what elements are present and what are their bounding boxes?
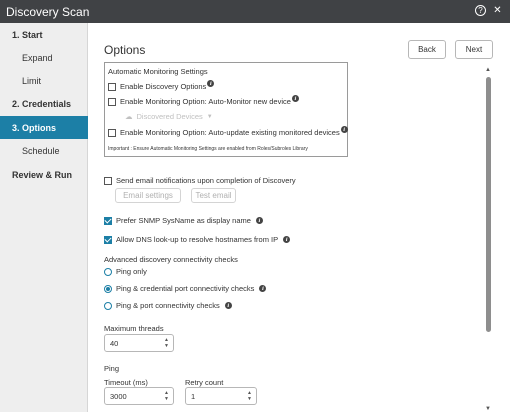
options-page: Options Back Next ▲ ▼ Automatic Monitori… [89, 23, 510, 412]
auto-monitoring-heading: Automatic Monitoring Settings [108, 67, 208, 76]
ping-credential-port-option[interactable]: Ping & credential port connectivity chec… [104, 284, 267, 293]
email-notifications-checkbox[interactable] [104, 176, 112, 185]
auto-monitor-new-label: Enable Monitoring Option: Auto-Monitor n… [120, 97, 291, 106]
auto-monitoring-panel: Automatic Monitoring Settings Enable Dis… [104, 62, 348, 157]
page-title: Options [104, 43, 146, 57]
info-icon[interactable]: i [340, 126, 348, 133]
info-icon[interactable]: i [255, 217, 263, 224]
prefer-snmp-checkbox[interactable] [104, 216, 112, 225]
decrement-icon[interactable]: ▼ [164, 396, 169, 402]
auto-monitoring-note: Important : Ensure Automatic Monitoring … [108, 146, 308, 152]
auto-update-existing-label: Enable Monitoring Option: Auto-update ex… [120, 128, 340, 137]
allow-dns-label: Allow DNS look-up to resolve hostnames f… [116, 235, 279, 244]
email-notifications-label: Send email notifications upon completion… [116, 176, 296, 185]
max-threads-stepper[interactable]: 40 ▲ ▼ [104, 334, 174, 352]
decrement-icon[interactable]: ▼ [247, 396, 252, 402]
email-settings-button[interactable]: Email settings [115, 188, 181, 203]
discovered-devices-dropdown[interactable]: ☁ Discovered Devices ▼ [125, 112, 213, 121]
discovered-devices-label: Discovered Devices [136, 112, 203, 121]
scroll-down-icon[interactable]: ▼ [485, 406, 491, 412]
next-button[interactable]: Next [455, 40, 493, 59]
scrollbar-thumb[interactable] [486, 77, 491, 332]
timeout-stepper[interactable]: 3000 ▲ ▼ [104, 387, 174, 405]
window-title: Discovery Scan [6, 4, 90, 19]
retry-count-stepper[interactable]: 1 ▲ ▼ [185, 387, 257, 405]
auto-monitor-new-row[interactable]: Enable Monitoring Option: Auto-Monitor n… [108, 95, 299, 106]
info-icon[interactable]: i [207, 80, 215, 87]
step-limit[interactable]: Limit [0, 69, 88, 92]
retry-count-value: 1 [191, 391, 196, 401]
auto-update-existing-row[interactable]: Enable Monitoring Option: Auto-update ex… [108, 126, 348, 137]
timeout-value: 3000 [110, 391, 127, 401]
allow-dns-row[interactable]: Allow DNS look-up to resolve hostnames f… [104, 235, 291, 244]
step-schedule[interactable]: Schedule [0, 139, 88, 162]
step-credentials[interactable]: 2. Credentials [0, 92, 88, 115]
prefer-snmp-row[interactable]: Prefer SNMP SysName as display name i [104, 216, 263, 225]
step-expand[interactable]: Expand [0, 46, 88, 69]
email-notifications-row[interactable]: Send email notifications upon completion… [104, 176, 296, 185]
test-email-button[interactable]: Test email [191, 188, 236, 203]
ping-credential-port-radio[interactable] [104, 284, 112, 293]
allow-dns-checkbox[interactable] [104, 235, 112, 244]
prefer-snmp-label: Prefer SNMP SysName as display name [116, 216, 251, 225]
help-icon[interactable]: ? [475, 5, 486, 16]
info-icon[interactable]: i [224, 302, 232, 309]
ping-only-radio[interactable] [104, 267, 112, 276]
chevron-down-icon: ▼ [206, 113, 213, 120]
step-review-run[interactable]: Review & Run [0, 163, 88, 186]
ping-only-option[interactable]: Ping only [104, 267, 147, 276]
max-threads-value: 40 [110, 338, 119, 348]
ping-port-label: Ping & port connectivity checks [116, 301, 220, 310]
title-bar: Discovery Scan ? ✕ [0, 0, 510, 23]
info-icon[interactable]: i [291, 95, 299, 102]
scroll-up-icon[interactable]: ▲ [485, 67, 491, 73]
close-icon[interactable]: ✕ [491, 4, 504, 17]
ping-port-option[interactable]: Ping & port connectivity checks i [104, 301, 232, 310]
auto-monitor-new-checkbox[interactable] [108, 97, 116, 106]
retry-count-label: Retry count [185, 378, 224, 387]
ping-credential-port-label: Ping & credential port connectivity chec… [116, 284, 255, 293]
enable-discovery-options-label: Enable Discovery Options [120, 82, 207, 91]
info-icon[interactable]: i [283, 236, 291, 243]
ping-heading: Ping [104, 364, 120, 373]
enable-discovery-options-row[interactable]: Enable Discovery Options i [108, 80, 215, 91]
connectivity-heading: Advanced discovery connectivity checks [104, 255, 238, 264]
step-start[interactable]: 1. Start [0, 23, 88, 46]
ping-port-radio[interactable] [104, 301, 112, 310]
step-options[interactable]: 3. Options [0, 116, 88, 139]
wizard-steps-sidebar: 1. Start Expand Limit 2. Credentials 3. … [0, 23, 88, 412]
max-threads-label: Maximum threads [104, 324, 164, 333]
auto-update-existing-checkbox[interactable] [108, 128, 116, 137]
vertical-scrollbar[interactable]: ▲ ▼ [484, 67, 494, 412]
timeout-label: Timeout (ms) [104, 378, 148, 387]
enable-discovery-options-checkbox[interactable] [108, 82, 116, 91]
info-icon[interactable]: i [259, 285, 267, 292]
back-button[interactable]: Back [408, 40, 446, 59]
ping-only-label: Ping only [116, 267, 147, 276]
decrement-icon[interactable]: ▼ [164, 343, 169, 349]
cloud-icon: ☁ [125, 112, 133, 121]
